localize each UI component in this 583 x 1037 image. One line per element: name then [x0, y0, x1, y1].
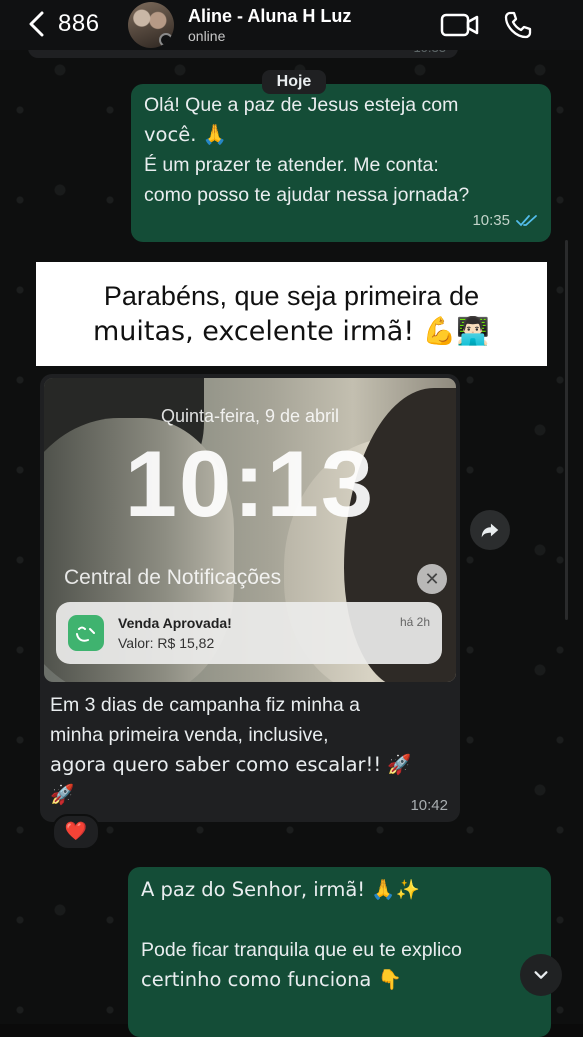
date-separator: Hoje: [262, 70, 326, 94]
message-meta: 10:35: [472, 206, 539, 236]
scroll-to-bottom-button[interactable]: [520, 954, 562, 996]
message-line: Olá! Que a paz de Jesus esteja com: [144, 94, 459, 116]
lockscreen-clock: 10:13: [124, 431, 376, 536]
forward-button[interactable]: [470, 510, 510, 550]
outgoing-message[interactable]: A paz do Senhor, irmã! 🙏✨ Pode ficar tra…: [128, 867, 551, 1037]
message-line: [141, 905, 541, 935]
read-receipt-icon: [516, 215, 537, 227]
message-line: Em 3 dias de campanha fiz minha a: [50, 694, 361, 716]
message-line: minha primeira venda, inclusive,: [50, 724, 329, 746]
app-icon: [68, 615, 104, 651]
lockscreen-date: Quinta-feira, 9 de abril: [160, 406, 340, 426]
caption-text: Parabéns, que seja primeira de muitas, e…: [36, 278, 547, 350]
notification-center-label: Central de Notificações: [64, 566, 282, 589]
message-line: certinho como funciona 👇: [141, 968, 402, 991]
message-line: agora quero saber como escalar!! 🚀: [50, 753, 412, 776]
message-text: Em 3 dias de campanha fiz minha a minha …: [50, 690, 450, 810]
unread-count: 886: [58, 10, 100, 37]
video-camera-icon[interactable]: [440, 12, 480, 38]
lockscreen-photo[interactable]: Quinta-feira, 9 de abril 10:13 Central d…: [44, 378, 456, 682]
caption-overlay: Parabéns, que seja primeira de muitas, e…: [36, 262, 547, 366]
contact-name[interactable]: Aline - Aluna H Luz: [188, 6, 351, 27]
outgoing-message[interactable]: Olá! Que a paz de Jesus esteja com você.…: [131, 84, 551, 242]
message-line: você. 🙏: [144, 123, 227, 146]
message-time: 10:42: [410, 797, 448, 814]
status-badge-icon: [159, 33, 173, 47]
message-line: A paz do Senhor, irmã! 🙏✨: [141, 878, 420, 901]
chevron-down-icon: [534, 971, 548, 979]
chevron-left-icon: [29, 11, 44, 37]
reaction-heart[interactable]: ❤️: [52, 814, 100, 850]
notification-value: Valor: R$ 15,82: [118, 635, 215, 651]
notification-title: Venda Aprovada!: [118, 615, 232, 631]
incoming-image-message[interactable]: Quinta-feira, 9 de abril 10:13 Central d…: [40, 374, 460, 822]
notification-time: há 2h: [399, 615, 430, 629]
chat-header: 886 Aline - Aluna H Luz online: [0, 0, 583, 50]
contact-status: online: [188, 28, 226, 44]
notification-card: Venda Aprovada! Valor: R$ 15,82 há 2h: [56, 602, 442, 664]
message-text: A paz do Senhor, irmã! 🙏✨ Pode ficar tra…: [141, 875, 541, 995]
forward-icon: [481, 523, 499, 538]
message-time: 10:35: [472, 212, 510, 229]
message-text: Olá! Que a paz de Jesus esteja com você.…: [144, 90, 544, 210]
caption-line: muitas, excelente irmã! 💪👨🏻‍💻: [93, 316, 490, 347]
message-line: 🚀: [50, 783, 75, 806]
message-line: Pode ficar tranquila que eu te explico: [141, 939, 462, 961]
phone-icon[interactable]: [502, 9, 534, 41]
scrollbar[interactable]: [565, 240, 568, 620]
message-line: É um prazer te atender. Me conta:: [144, 154, 439, 176]
caption-line: Parabéns, que seja primeira de: [103, 281, 480, 311]
close-icon: ✕: [417, 564, 447, 594]
back-button[interactable]: 886: [28, 8, 100, 40]
contact-avatar[interactable]: [128, 2, 174, 48]
